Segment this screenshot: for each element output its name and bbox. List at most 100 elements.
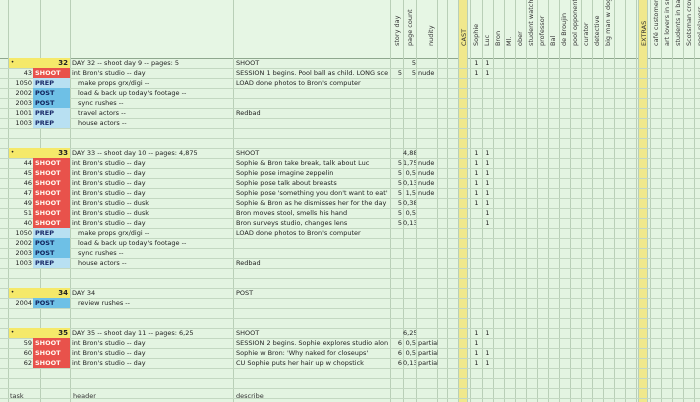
header-cast-2[interactable]: Bron	[493, 2, 502, 54]
header-extras-1[interactable]: art lovers in sma	[662, 0, 671, 54]
section-row[interactable]: • 32 DAY 32 -- shoot day 9 -- pages: 5 SHOO…	[0, 58, 700, 68]
task-type-tag[interactable]: SHOOT	[33, 208, 70, 218]
row-header-cell: int Bron's studio -- day	[72, 349, 146, 357]
task-id: 2002	[15, 89, 32, 97]
header-page-count[interactable]: page count	[405, 2, 414, 54]
task-type-tag[interactable]: SHOOT	[33, 358, 70, 368]
task-type-tag[interactable]: POST	[33, 248, 70, 258]
task-type-tag[interactable]: SHOOT	[33, 198, 70, 208]
cast-sophie-cell: 1	[474, 69, 479, 77]
task-type-tag[interactable]: SHOOT	[33, 168, 70, 178]
header-cast-10[interactable]: curator	[581, 2, 590, 54]
task-id: 59	[23, 339, 32, 347]
task-id: 43	[23, 69, 32, 77]
table-row[interactable]: 43 SHOOT int Bron's studio -- day SESSION 1…	[0, 68, 700, 78]
header-nudity[interactable]: nudity	[426, 2, 435, 54]
task-type-tag[interactable]: SHOOT	[33, 68, 70, 78]
task-type-tag[interactable]: PREP	[33, 228, 70, 238]
table-row[interactable]: 49 SHOOT int Bron's studio -- dusk Sophie &…	[0, 198, 700, 208]
header-story-day[interactable]: story day	[392, 2, 401, 54]
table-row[interactable]: 2003 POST sync rushes --	[0, 98, 700, 108]
task-type-tag[interactable]: SHOOT	[33, 188, 70, 198]
task-type-tag[interactable]: POST	[33, 238, 70, 248]
story-day-cell: 5	[397, 199, 402, 207]
page-count-cell: 1,5	[405, 189, 416, 197]
header-cast-6[interactable]: professor	[537, 2, 546, 54]
header-cast-11[interactable]: detective	[592, 2, 601, 54]
table-row[interactable]: 1050 PREP make props grx/digi -- LOAD done …	[0, 228, 700, 238]
spreadsheet[interactable]: task header describe story day page coun…	[0, 0, 700, 402]
cast-sophie-cell: 1	[474, 329, 479, 337]
row-describe-cell: SHOOT	[236, 329, 260, 337]
header-cast-5[interactable]: student watching	[526, 0, 535, 54]
row-header-cell: DAY 35 -- shoot day 11 -- pages: 6,25	[72, 329, 194, 337]
header-cast-1[interactable]: Luc	[482, 2, 491, 54]
table-row[interactable]: 40 SHOOT int Bron's studio -- day Bron surv…	[0, 218, 700, 228]
cast-sophie-cell: 1	[474, 149, 479, 157]
row-header-cell: int Bron's studio -- dusk	[72, 199, 150, 207]
header-describe[interactable]: describe	[236, 392, 264, 400]
row-divider	[0, 368, 700, 369]
table-row[interactable]: 1003 PREP house actors -- Redbad	[0, 258, 700, 268]
table-row[interactable]: 2002 POST load & back up today's footage -…	[0, 238, 700, 248]
table-row[interactable]: 59 SHOOT int Bron's studio -- day SESSION 2…	[0, 338, 700, 348]
nudity-cell: partial	[418, 359, 438, 367]
header-cast-9[interactable]: pool opponent	[570, 0, 579, 54]
task-type-tag[interactable]: SHOOT	[33, 218, 70, 228]
task-type-tag[interactable]: POST	[33, 298, 70, 308]
header-cast-8[interactable]: de Broujin	[559, 2, 568, 54]
section-row[interactable]: • 33 DAY 33 -- shoot day 10 -- pages: 4,87…	[0, 148, 700, 158]
task-type-tag[interactable]: PREP	[33, 78, 70, 88]
section-number: 34	[16, 288, 70, 298]
cast-sophie-cell: 1	[474, 169, 479, 177]
task-type-tag[interactable]: PREP	[33, 118, 70, 128]
table-row[interactable]: 60 SHOOT int Bron's studio -- day Sophie w …	[0, 348, 700, 358]
table-row[interactable]: 2002 POST load & back up today's footage -…	[0, 88, 700, 98]
header-extras-0[interactable]: café customers	[651, 0, 660, 54]
task-type-tag[interactable]: SHOOT	[33, 158, 70, 168]
story-day-cell: 5	[397, 189, 402, 197]
table-row[interactable]: 44 SHOOT int Bron's studio -- day Sophie & …	[0, 158, 700, 168]
table-row[interactable]: 2004 POST review rushes --	[0, 298, 700, 308]
page-count-cell: 0,5	[405, 209, 416, 217]
header-extras-3[interactable]: Scotsman crowd	[684, 0, 693, 54]
table-row[interactable]: 47 SHOOT int Bron's studio -- day Sophie po…	[0, 188, 700, 198]
task-type-tag[interactable]: PREP	[33, 258, 70, 268]
row-describe-cell: SHOOT	[236, 149, 260, 157]
task-type-tag[interactable]: PREP	[33, 108, 70, 118]
header-cast-12[interactable]: big man w dog	[603, 0, 612, 54]
cast-sophie-cell: 1	[474, 339, 479, 347]
header-extras-4[interactable]: pool players	[695, 2, 700, 54]
task-type-tag[interactable]: POST	[33, 98, 70, 108]
table-row[interactable]: 46 SHOOT int Bron's studio -- day Sophie po…	[0, 178, 700, 188]
header-header[interactable]: header	[73, 392, 96, 400]
task-type-tag[interactable]: SHOOT	[33, 178, 70, 188]
task-type-tag[interactable]: SHOOT	[33, 348, 70, 358]
row-header-cell: DAY 32 -- shoot day 9 -- pages: 5	[72, 59, 180, 67]
header-cast-0[interactable]: Sophie	[471, 2, 480, 54]
table-row[interactable]: 2003 POST sync rushes --	[0, 248, 700, 258]
task-type-tag[interactable]: SHOOT	[33, 338, 70, 348]
header-cast-3[interactable]: Ml.	[504, 2, 513, 54]
table-row[interactable]: 51 SHOOT int Bron's studio -- dusk Bron mov…	[0, 208, 700, 218]
section-row[interactable]: • 34 DAY 34 POST	[0, 288, 700, 298]
table-row[interactable]: 45 SHOOT int Bron's studio -- day Sophie po…	[0, 168, 700, 178]
row-describe-cell: SESSION 2 begins. Sophie explores studio…	[236, 339, 388, 347]
header-cast-7[interactable]: Bal	[548, 2, 557, 54]
task-type-tag[interactable]: POST	[33, 88, 70, 98]
section-row[interactable]: • 35 DAY 35 -- shoot day 11 -- pages: 6,25…	[0, 328, 700, 338]
header-cast[interactable]: CAST	[459, 2, 468, 54]
table-row[interactable]: 62 SHOOT int Bron's studio -- day CU Sophie…	[0, 358, 700, 368]
header-extras[interactable]: EXTRAS	[639, 2, 648, 54]
header-extras-2[interactable]: students in bar	[673, 0, 682, 54]
task-id: 2003	[15, 249, 32, 257]
nudity-cell: nude	[418, 159, 435, 167]
story-day-cell: 6	[397, 349, 402, 357]
page-count-cell: 0,38	[403, 199, 416, 207]
header-cast-4[interactable]: ober	[515, 2, 524, 54]
table-row[interactable]: 1003 PREP house actors --	[0, 118, 700, 128]
row-describe-cell: Sophie & Bron as he dismisses her for th…	[236, 199, 387, 207]
table-row[interactable]: 1001 PREP travel actors -- Redbad	[0, 108, 700, 118]
table-row[interactable]: 1050 PREP make props grx/digi -- LOAD done …	[0, 78, 700, 88]
header-task[interactable]: task	[10, 392, 24, 400]
